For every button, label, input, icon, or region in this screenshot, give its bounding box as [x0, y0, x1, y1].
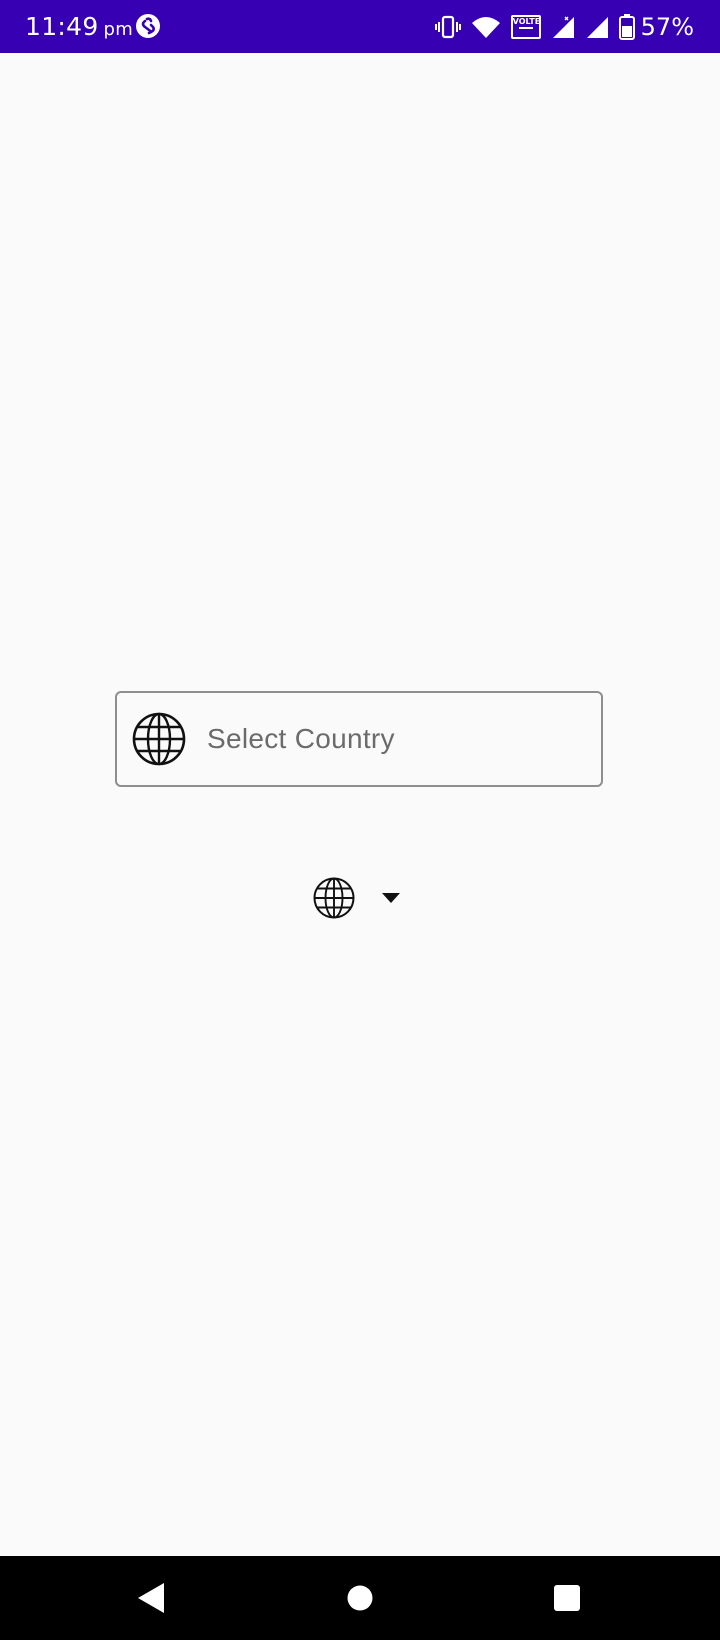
wifi-icon	[471, 17, 500, 38]
battery-icon	[618, 14, 635, 40]
select-country-placeholder: Select Country	[207, 723, 395, 754]
signal-icon	[586, 17, 608, 38]
navigation-bar	[0, 1556, 720, 1640]
status-time: 11:49 pm	[25, 12, 133, 41]
globe-icon	[132, 712, 186, 766]
recents-button[interactable]	[545, 1576, 589, 1620]
status-bar: 11:49 pm VOLTE 57%	[0, 0, 720, 53]
select-country-field[interactable]: Select Country	[115, 691, 603, 787]
home-icon	[347, 1585, 373, 1611]
back-icon	[138, 1583, 164, 1613]
volte-icon: VOLTE	[510, 15, 541, 39]
recents-icon	[554, 1585, 580, 1611]
signal-icon	[552, 16, 574, 38]
status-time-suffix: pm	[103, 19, 134, 40]
status-icons: VOLTE 57%	[434, 12, 694, 42]
volte-bars	[518, 27, 533, 35]
home-button[interactable]	[338, 1576, 382, 1620]
volte-label: VOLTE	[512, 17, 541, 26]
shazam-icon	[136, 14, 160, 38]
back-button[interactable]	[129, 1576, 173, 1620]
battery-percent: 57%	[640, 13, 694, 41]
globe-icon	[313, 877, 355, 919]
status-time-value: 11:49	[25, 12, 99, 41]
vibrate-icon	[434, 15, 461, 39]
caret-down-icon	[382, 893, 400, 903]
country-picker[interactable]	[312, 875, 412, 921]
